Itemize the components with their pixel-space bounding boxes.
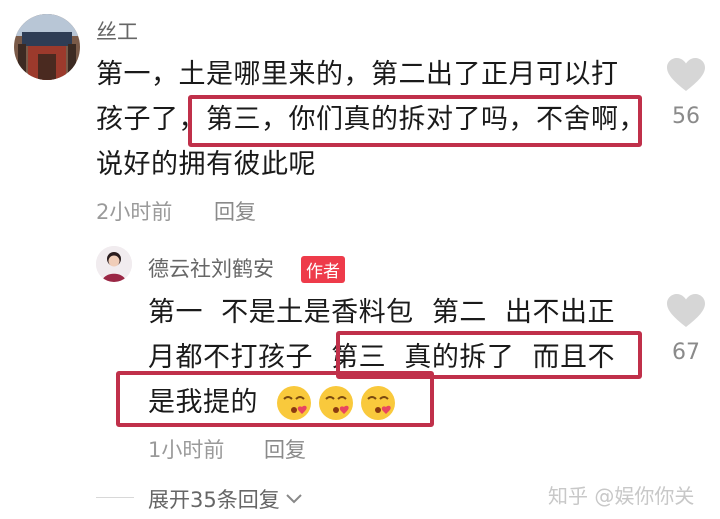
reply-time: 1小时前 [148,438,225,462]
watermark: 知乎 @娱你你关 [548,484,695,508]
comment-time: 2小时前 [96,200,173,224]
like-button[interactable] [667,58,705,96]
chevron-down-icon [286,494,302,504]
avatar[interactable] [14,14,80,80]
expand-replies-label: 展开35条回复 [148,488,280,512]
comment-username[interactable]: 丝工 [96,16,138,46]
like-count: 56 [672,104,700,129]
reply-line: 第一 不是土是香料包 第二 出不出正 [148,297,615,328]
like-count: 67 [672,340,700,365]
highlight-box [188,95,642,147]
reply-button[interactable]: 回复 [264,434,306,464]
comment-line: 第一，土是哪里来的，第二出了正月可以打 [96,59,619,90]
reply-button[interactable]: 回复 [214,196,256,226]
reply-username[interactable]: 德云社刘鹤安 [148,253,274,283]
divider [96,497,134,498]
like-button[interactable] [667,294,705,332]
heart-icon [667,294,705,327]
heart-icon [667,58,705,91]
comment-line: 说好的拥有彼此呢 [96,149,316,180]
author-badge: 作者 [301,256,345,283]
avatar[interactable] [96,246,132,282]
highlight-box [116,371,434,427]
expand-replies-button[interactable]: 展开35条回复 [148,484,304,514]
